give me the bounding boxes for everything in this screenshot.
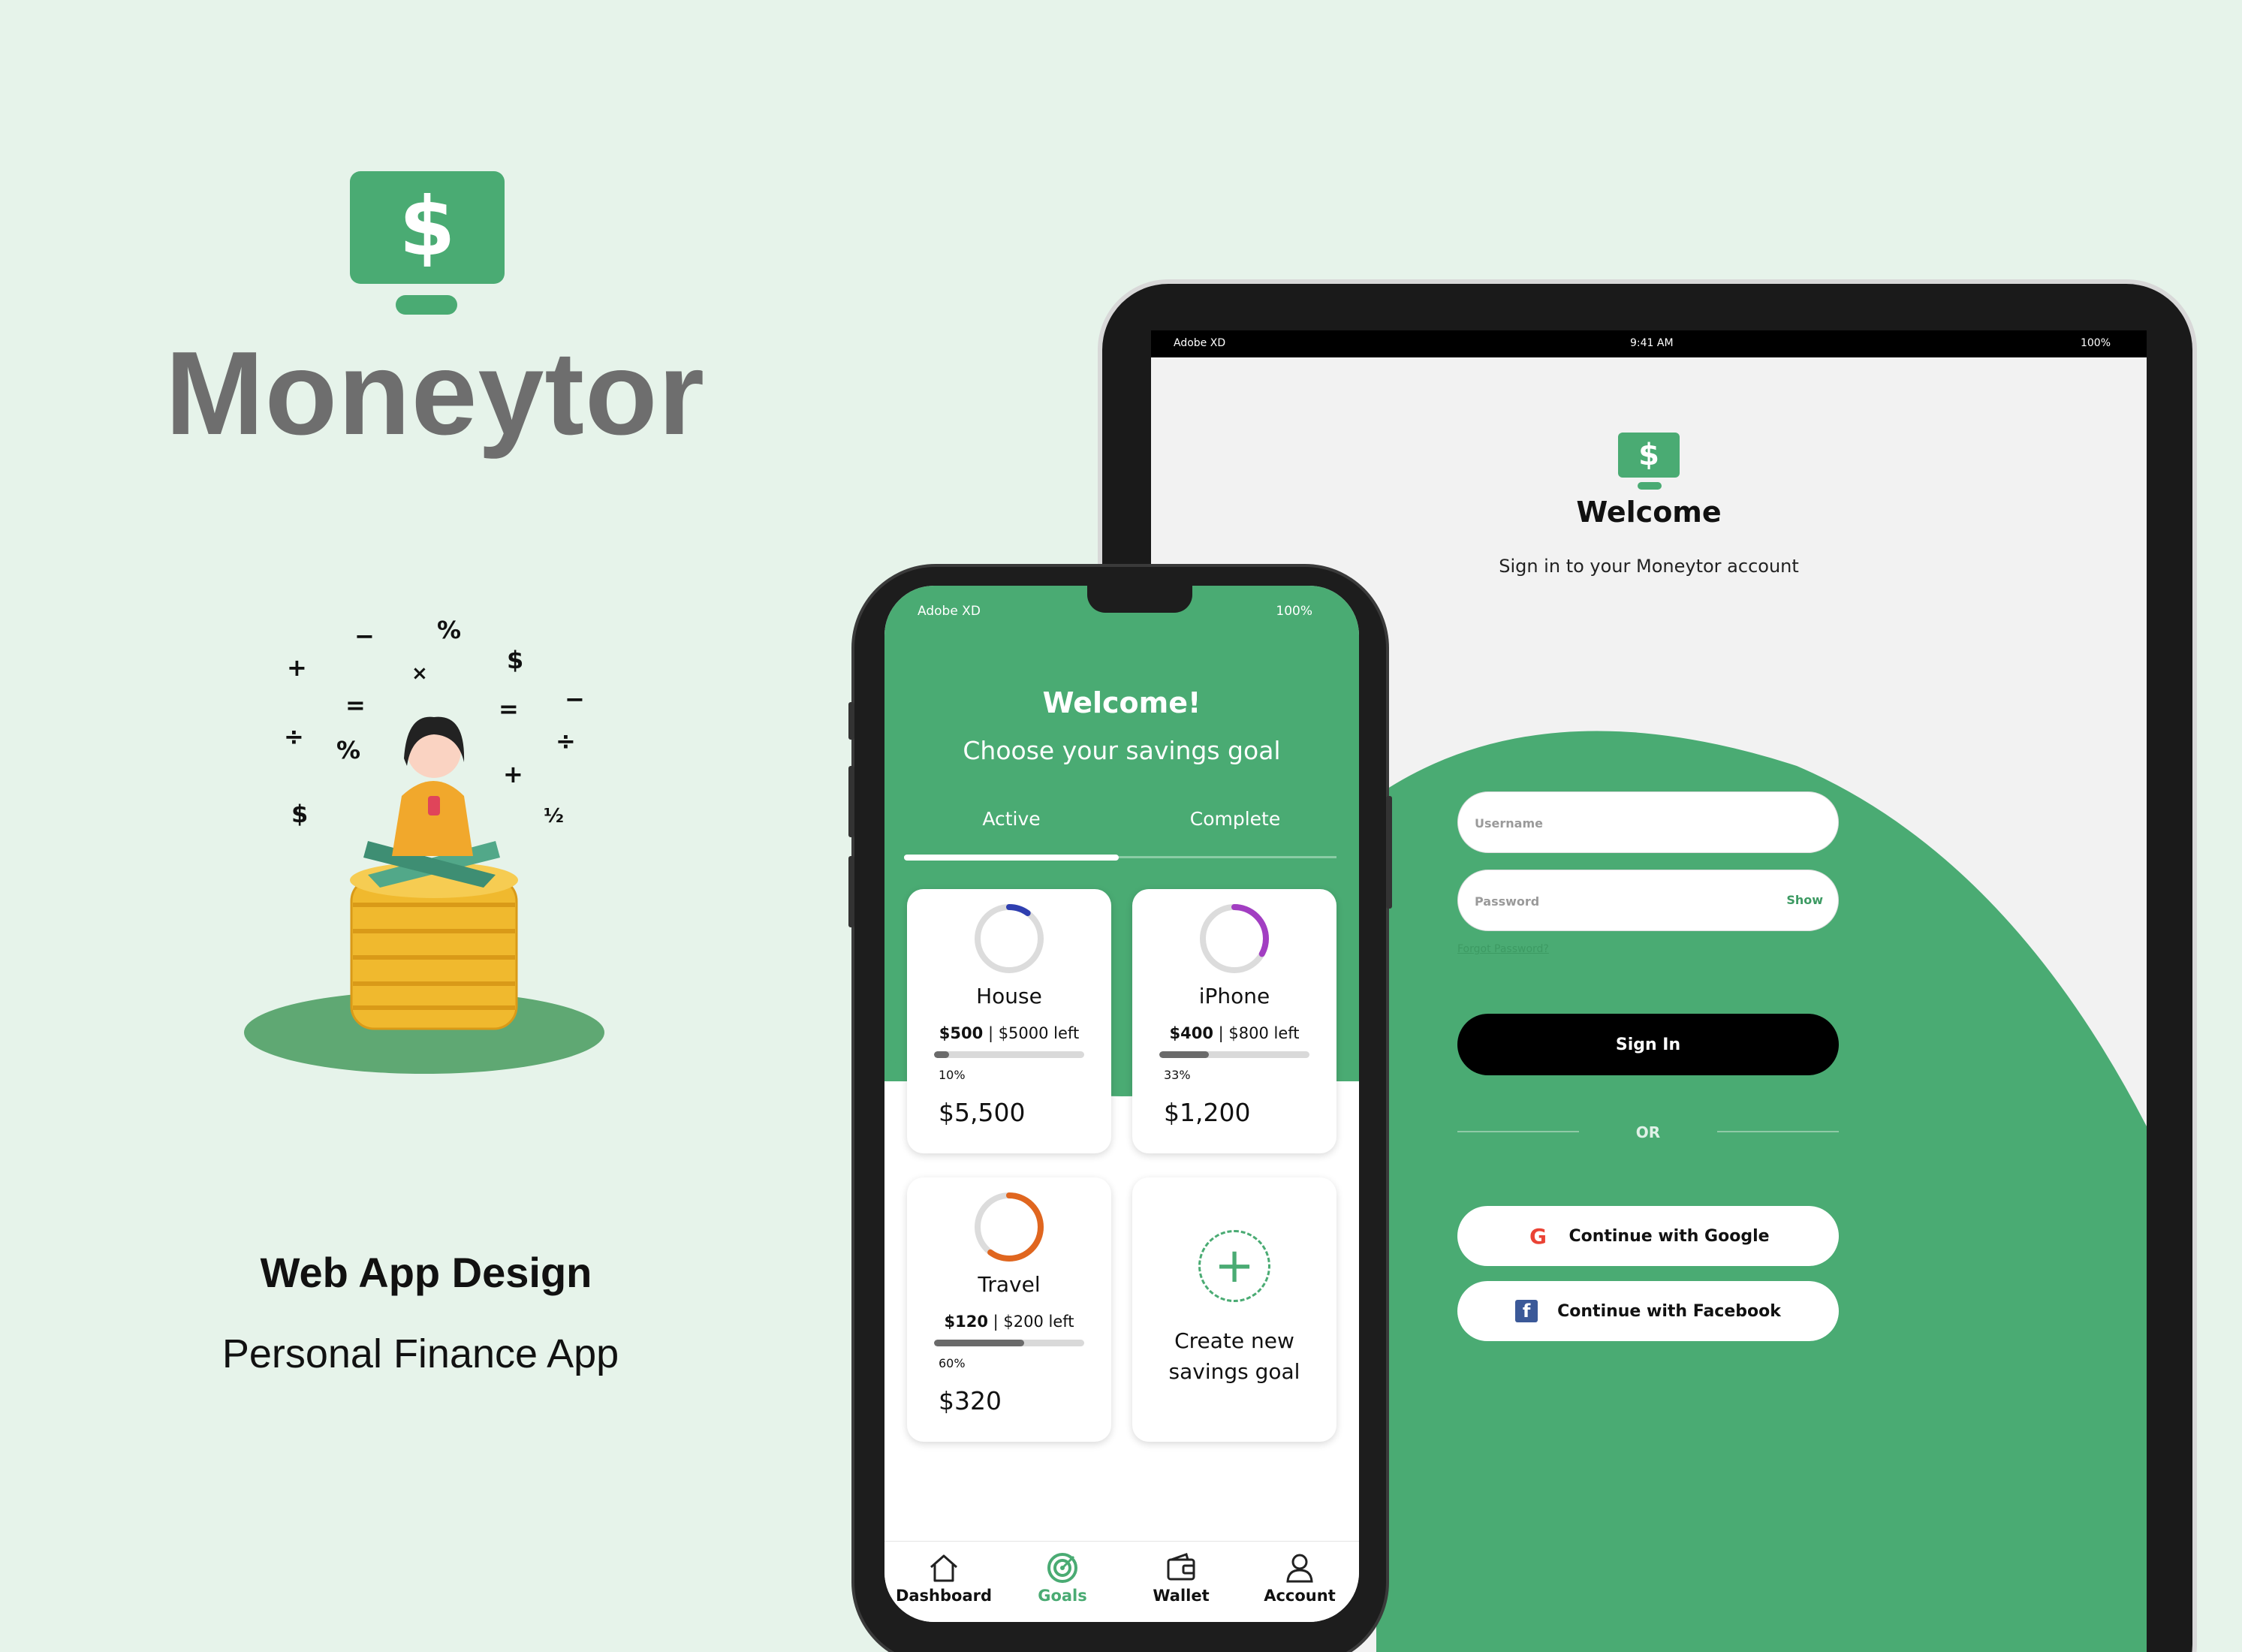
goal-amount: $500 | $5000 left [939,1024,1080,1042]
or-separator: OR [1635,1123,1661,1141]
goal-progress-bar [934,1051,1084,1058]
wallet-icon [1122,1549,1240,1587]
goal-percent: 60% [939,1356,966,1370]
nav-account[interactable]: Account [1240,1542,1359,1622]
status-time: 9:41 AM [1630,337,1674,349]
home-icon [884,1549,1003,1587]
svg-text:÷: ÷ [556,727,576,755]
svg-text:$: $ [291,800,308,828]
page-subtitle: Choose your savings goal [963,736,1281,765]
svg-text:=: = [499,695,519,723]
google-label: Continue with Google [1568,1226,1770,1246]
goal-name: Travel [978,1272,1041,1297]
status-bar: Adobe XD 100% [884,586,1359,631]
volume-up-button [848,766,854,837]
person-figure [363,716,500,888]
google-signin-button[interactable]: G Continue with Google [1457,1206,1839,1266]
password-field[interactable]: Password Show [1457,870,1839,931]
power-button [1386,796,1392,909]
app-logo-icon: $ [1618,433,1680,478]
status-carrier: Adobe XD [918,604,981,619]
svg-text:+: + [287,653,307,682]
plus-icon: + [1198,1230,1270,1302]
tagline-secondary: Personal Finance App [221,1331,619,1376]
tab-complete[interactable]: Complete [1126,808,1344,830]
brand-logo: $ [350,171,505,284]
user-icon [1240,1549,1359,1587]
username-placeholder: Username [1475,816,1543,831]
facebook-label: Continue with Facebook [1557,1301,1781,1321]
create-goal-card[interactable]: + Create new savings goal [1132,1177,1336,1442]
target-icon [1003,1549,1122,1587]
status-carrier: Adobe XD [1174,337,1226,349]
svg-text:%: % [336,736,360,764]
nav-goals[interactable]: Goals [1003,1542,1122,1622]
svg-text:÷: ÷ [284,722,304,751]
goal-card-house[interactable]: House $500 | $5000 left 10% $5,500 [907,889,1111,1153]
status-battery: 100% [2080,337,2111,349]
phone-side-button [848,702,854,740]
goal-progress-bar [1159,1051,1309,1058]
tab-active-indicator [904,855,1119,861]
username-field[interactable]: Username [1457,791,1839,853]
svg-text:−: − [354,622,375,650]
progress-ring [975,904,1044,973]
create-goal-label: Create new savings goal [1168,1328,1300,1384]
tab-active[interactable]: Active [903,808,1120,830]
goal-total: $1,200 [1164,1098,1251,1127]
progress-ring [1200,904,1269,973]
volume-down-button [848,856,854,927]
phone-screen: Adobe XD 100% Welcome! Choose your savin… [884,586,1359,1622]
dollar-icon: $ [399,180,456,274]
facebook-signin-button[interactable]: f Continue with Facebook [1457,1281,1839,1341]
logo-stand [1638,482,1662,490]
coin-stack [350,862,518,1030]
sign-in-button[interactable]: Sign In [1457,1014,1839,1075]
svg-text:+: + [503,760,523,788]
svg-text:−: − [565,685,585,713]
svg-text:½: ½ [544,805,564,828]
facebook-icon: f [1515,1300,1538,1322]
goal-name: iPhone [1198,984,1270,1008]
google-icon: G [1529,1223,1547,1249]
status-battery: 100% [1276,604,1312,619]
logo-stand [396,295,457,315]
status-bar: Adobe XD 9:41 AM 100% [1151,330,2147,357]
brand-name: Moneytor [165,327,705,460]
finance-illustration: + − % $ × = = − ÷ % + ÷ $ ½ [244,616,604,1074]
svg-text:=: = [345,691,366,719]
svg-text:×: × [411,662,428,685]
bottom-nav: Dashboard Goals Wallet Account [884,1541,1359,1622]
goal-card-travel[interactable]: Travel $120 | $200 left 60% $320 [907,1177,1111,1442]
show-password-toggle[interactable]: Show [1786,893,1823,907]
forgot-password-link[interactable]: Forgot Password? [1457,943,1549,955]
goal-percent: 33% [1164,1068,1191,1082]
goal-name: House [976,984,1042,1008]
goal-total: $5,500 [939,1098,1026,1127]
progress-ring [975,1192,1044,1262]
goal-total: $320 [939,1386,1002,1415]
page-title: Welcome [1576,496,1722,529]
goal-amount: $400 | $800 left [1169,1024,1300,1042]
svg-text:%: % [437,616,461,644]
goal-card-iphone[interactable]: iPhone $400 | $800 left 33% $1,200 [1132,889,1336,1153]
goal-amount: $120 | $200 left [944,1313,1074,1331]
page-title: Welcome! [1042,686,1201,719]
nav-dashboard[interactable]: Dashboard [884,1542,1003,1622]
nav-wallet[interactable]: Wallet [1122,1542,1240,1622]
svg-text:$: $ [507,646,523,674]
password-placeholder: Password [1475,894,1540,909]
goal-progress-bar [934,1340,1084,1346]
tagline-primary: Web App Design [260,1249,592,1296]
goal-percent: 10% [939,1068,966,1082]
